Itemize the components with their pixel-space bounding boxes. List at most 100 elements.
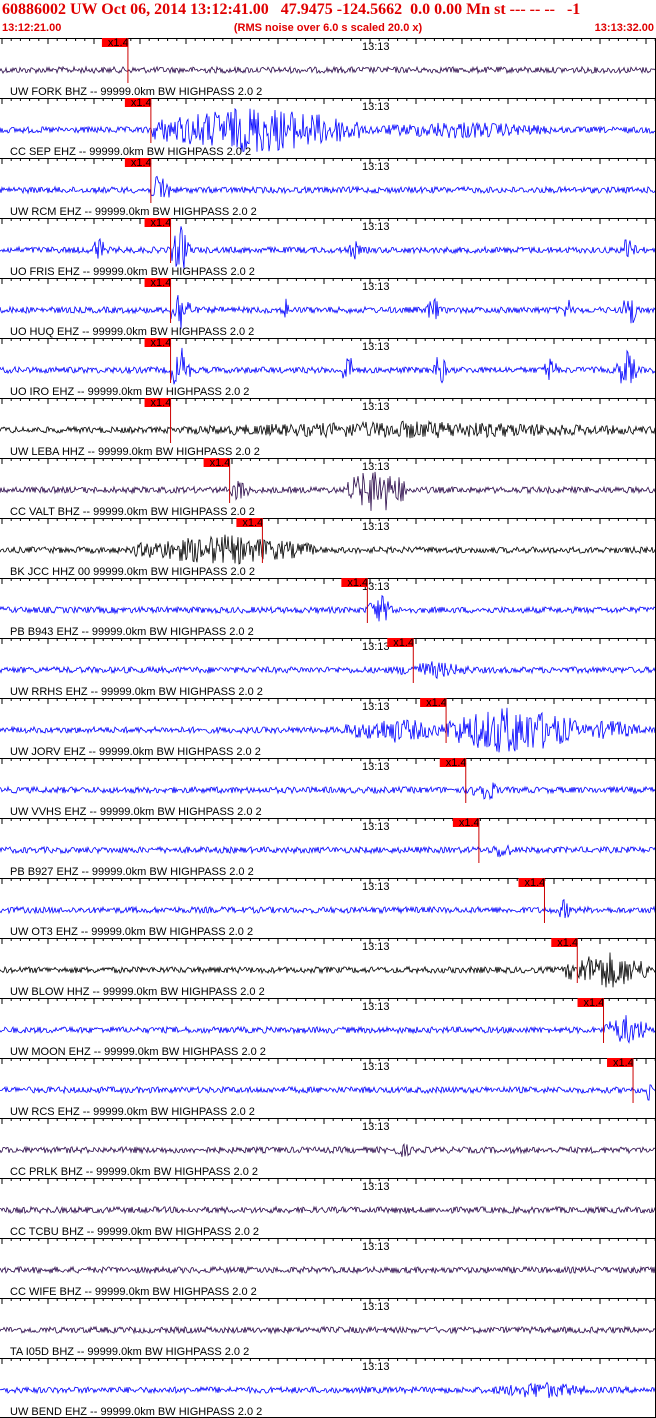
waveform-trace (0, 420, 656, 439)
pick-flag-label: x1.4 (131, 97, 152, 109)
pick-flag-label: x1.4 (108, 38, 129, 49)
trace-panel: 13:13CC SEP EHZ -- 99999.0km BW HIGHPASS… (0, 97, 656, 158)
waveform-trace (0, 1205, 656, 1215)
pick-flag-label: x1.4 (446, 757, 467, 769)
station-label: UW VVHS EHZ -- 99999.0km BW HIGHPASS 2.0… (10, 806, 262, 818)
trace-panel: 13:13 UW BEND EHZ -- 99999.0km BW HIGHPAS… (0, 1358, 656, 1418)
station-label: PB B943 EHZ -- 99999.0km BW HIGHPASS 2.0… (10, 626, 254, 638)
minute-label: 13:13 (362, 221, 390, 233)
minute-label: 13:13 (362, 1001, 390, 1013)
minute-label: 13:13 (362, 1121, 390, 1133)
pick-flag-label: x1.4 (613, 1057, 634, 1069)
end-time: 13:13:32.00 (594, 22, 654, 34)
pick-flag-label: x1.4 (131, 157, 152, 169)
minute-label: 13:13 (362, 341, 390, 353)
station-label: UW BEND EHZ -- 99999.0km BW HIGHPASS 2.0… (10, 1406, 262, 1418)
trace-panel: 13:13 CC PRLK BHZ -- 99999.0km BW HIGHPAS… (0, 1118, 656, 1178)
minute-label: 13:13 (362, 1061, 390, 1073)
station-label: UW JORV EHZ -- 99999.0km BW HIGHPASS 2.0… (10, 746, 261, 758)
station-label: UW RRHS EHZ -- 99999.0km BW HIGHPASS 2.0… (10, 686, 263, 698)
trace-panel: 13:13 UW OT3 EHZ -- 99999.0km BW HIGHPASS… (0, 877, 656, 938)
trace-panel: 13:13 BK JCC HHZ 00 99999.0km BW HIGHPASS… (0, 517, 656, 578)
minute-label: 13:13 (362, 641, 390, 653)
station-label: CC PRLK BHZ -- 99999.0km BW HIGHPASS 2.0… (10, 1166, 258, 1178)
waveform-trace (0, 844, 656, 858)
pick-flag-label: x1.4 (151, 277, 172, 289)
station-label: UO FRIS EHZ -- 99999.0km BW HIGHPASS 2.0… (10, 266, 255, 278)
pick-flag-label: x1.4 (557, 937, 578, 949)
station-label: BK JCC HHZ 00 99999.0km BW HIGHPASS 2.0 … (10, 566, 255, 578)
trace-panel: 13:13 UW VVHS EHZ -- 99999.0km BW HIGHPAS… (0, 757, 656, 818)
waveform-trace (0, 594, 656, 622)
station-label: UO IRO EHZ -- 99999.0km BW HIGHPASS 2.0 … (10, 386, 249, 398)
minute-label: 13:13 (362, 821, 390, 833)
station-label: CC TCBU BHZ -- 99999.0km BW HIGHPASS 2.0… (10, 1226, 259, 1238)
trace-panel: 13:13UW FORK BHZ -- 99999.0km BW HIGHPAS… (0, 38, 656, 98)
pick-flag-label: x1.4 (347, 577, 368, 589)
station-label: UW RCS EHZ -- 99999.0km BW HIGHPASS 2.0 … (10, 1106, 255, 1118)
minute-label: 13:13 (362, 401, 390, 413)
minute-label: 13:13 (362, 1361, 390, 1373)
pick-flag-label: x1.4 (584, 997, 605, 1009)
waveform-trace (0, 295, 656, 329)
minute-label: 13:13 (362, 881, 390, 893)
trace-panel: 13:13 UO FRIS EHZ -- 99999.0km BW HIGHPAS… (0, 217, 656, 278)
event-title: 60886002 UW Oct 06, 2014 13:12:41.00 47.… (2, 1, 581, 18)
pick-flag-label: x1.4 (210, 457, 231, 469)
pick-flag-label: x1.4 (151, 397, 172, 409)
waveform-trace (0, 175, 656, 198)
minute-label: 13:13 (362, 41, 390, 53)
station-label: PB B927 EHZ -- 99999.0km BW HIGHPASS 2.0… (10, 866, 254, 878)
trace-panel: 13:13 CC VALT BHZ -- 99999.0km BW HIGHPAS… (0, 457, 656, 518)
trace-panel: 13:13 UW JORV EHZ -- 99999.0km BW HIGHPAS… (0, 697, 656, 758)
station-label: CC VALT BHZ -- 99999.0km BW HIGHPASS 2.0… (10, 506, 255, 518)
waveform-trace (0, 226, 656, 269)
waveform-trace (0, 661, 656, 680)
station-label: TA I05D BHZ -- 99999.0km BW HIGHPASS 2.0… (10, 1346, 249, 1358)
waveform-trace (0, 347, 656, 385)
trace-panel: 13:13 UW MOON EHZ -- 99999.0km BW HIGHPAS… (0, 997, 656, 1058)
waveform-trace (0, 534, 656, 565)
station-label: UW OT3 EHZ -- 99999.0km BW HIGHPASS 2.0 … (10, 926, 253, 938)
minute-label: 13:13 (362, 161, 390, 173)
scaling-subtitle: (RMS noise over 6.0 s scaled 20.0 x) (233, 22, 423, 34)
trace-panel: 13:13 CC TCBU BHZ -- 99999.0km BW HIGHPAS… (0, 1178, 656, 1238)
minute-label: 13:13 (362, 1301, 390, 1313)
waveform-trace (0, 782, 656, 801)
waveform-trace (0, 1015, 656, 1044)
trace-panel: 13:13 UW RCM EHZ -- 99999.0km BW HIGHPASS… (0, 157, 656, 218)
seismogram-plot: 13:13UW FORK BHZ -- 99999.0km BW HIGHPAS… (0, 38, 656, 1418)
minute-label: 13:13 (362, 1181, 390, 1193)
trace-panel: 13:13 UW RRHS EHZ -- 99999.0km BW HIGHPAS… (0, 637, 656, 698)
pick-flag-label: x1.4 (151, 217, 172, 229)
trace-panel: 13:13 CC WIFE BHZ -- 99999.0km BW HIGHPAS… (0, 1238, 656, 1298)
trace-panel: 13:13 UW BLOW HHZ -- 99999.0km BW HIGHPAS… (0, 937, 656, 998)
pick-flag-label: x1.4 (393, 637, 414, 649)
trace-panel: 13:13 PB B927 EHZ -- 99999.0km BW HIGHPAS… (0, 817, 656, 878)
minute-label: 13:13 (362, 701, 390, 713)
waveform-trace (0, 65, 656, 75)
station-label: UW RCM EHZ -- 99999.0km BW HIGHPASS 2.0 … (10, 206, 257, 218)
minute-label: 13:13 (362, 521, 390, 533)
waveform-trace (0, 1325, 656, 1335)
trace-panel: 13:13 TA I05D BHZ -- 99999.0km BW HIGHPAS… (0, 1298, 656, 1358)
minute-label: 13:13 (362, 941, 390, 953)
minute-label: 13:13 (362, 1241, 390, 1253)
pick-flag-label: x1.4 (524, 877, 545, 889)
trace-panel: 13:13 UO HUQ EHZ -- 99999.0km BW HIGHPASS… (0, 277, 656, 338)
header: 60886002 UW Oct 06, 2014 13:12:41.00 47.… (0, 0, 656, 38)
pick-flag-label: x1.4 (459, 817, 480, 829)
pick-flag-label: x1.4 (242, 517, 263, 529)
waveform-trace (0, 1084, 656, 1101)
trace-panel: 13:13PB B943 EHZ -- 99999.0km BW HIGHPAS… (0, 577, 656, 638)
waveform-trace (0, 1381, 656, 1399)
minute-label: 13:13 (362, 281, 390, 293)
station-label: UO HUQ EHZ -- 99999.0km BW HIGHPASS 2.0 … (10, 326, 254, 338)
station-label: UW MOON EHZ -- 99999.0km BW HIGHPASS 2.0… (10, 1046, 266, 1058)
pick-flag-label: x1.4 (426, 697, 447, 709)
minute-label: 13:13 (362, 461, 390, 473)
trace-panel: 13:13UW LEBA HHZ -- 99999.0km BW HIGHPAS… (0, 397, 656, 458)
waveform-trace (0, 1143, 656, 1157)
station-label: UW BLOW HHZ -- 99999.0km BW HIGHPASS 2.0… (10, 986, 265, 998)
minute-label: 13:13 (362, 101, 390, 113)
